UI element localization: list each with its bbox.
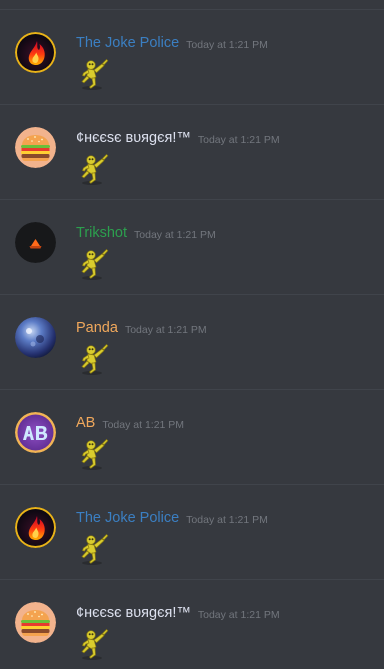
message-timestamp: Today at 1:21 PM <box>197 609 280 621</box>
ab-letters-avatar-icon <box>15 412 56 453</box>
message-timestamp: Today at 1:21 PM <box>186 514 268 526</box>
dancing-figure-emoji-icon[interactable] <box>76 247 110 281</box>
message-item[interactable]: The Joke Police Today at 1:21 PM <box>0 484 384 574</box>
message-divider <box>0 199 384 200</box>
avatar[interactable] <box>15 222 56 263</box>
flame-avatar-icon <box>15 507 56 548</box>
message-item[interactable]: ¢нєєѕє вυяgєя!™ Today at 1:21 PM <box>0 579 384 669</box>
author-name[interactable]: Panda <box>76 320 118 336</box>
dancing-figure-emoji-icon[interactable] <box>76 152 110 186</box>
message-divider <box>0 9 384 10</box>
dancing-figure-emoji-icon[interactable] <box>76 437 110 471</box>
message-timestamp: Today at 1:21 PM <box>186 39 268 51</box>
message-divider <box>0 484 384 485</box>
author-name[interactable]: The Joke Police <box>76 35 179 51</box>
message-item[interactable]: The Joke Police Today at 1:21 PM <box>0 9 384 99</box>
message-item[interactable]: Trikshot Today at 1:21 PM <box>0 199 384 289</box>
message-divider <box>0 389 384 390</box>
blue-orb-avatar-icon <box>15 317 56 358</box>
dancing-figure-emoji-icon[interactable] <box>76 627 110 661</box>
author-name[interactable]: AB <box>76 415 95 431</box>
avatar[interactable] <box>15 507 56 548</box>
burger-avatar-icon <box>15 602 56 643</box>
dancing-figure-emoji-icon[interactable] <box>76 57 110 91</box>
message-divider <box>0 294 384 295</box>
dark-orange-shape-avatar-icon <box>15 222 56 263</box>
author-name[interactable]: The Joke Police <box>76 510 179 526</box>
message-divider <box>0 579 384 580</box>
message-item[interactable]: Panda Today at 1:21 PM <box>0 294 384 384</box>
avatar[interactable] <box>15 602 56 643</box>
flame-avatar-icon <box>15 32 56 73</box>
author-name[interactable]: ¢нєєѕє вυяgєя!™ <box>76 605 191 621</box>
burger-avatar-icon <box>15 127 56 168</box>
author-name[interactable]: ¢нєєѕє вυяgєя!™ <box>76 130 191 146</box>
message-timestamp: Today at 1:21 PM <box>102 419 185 431</box>
avatar[interactable] <box>15 317 56 358</box>
author-name[interactable]: Trikshot <box>76 225 127 241</box>
message-item[interactable]: AB Today at 1:21 PM <box>0 389 384 479</box>
message-timestamp: Today at 1:21 PM <box>197 134 280 146</box>
avatar[interactable] <box>15 412 56 453</box>
message-timestamp: Today at 1:21 PM <box>134 229 216 241</box>
message-divider <box>0 104 384 105</box>
dancing-figure-emoji-icon[interactable] <box>76 532 110 566</box>
message-item[interactable]: ¢нєєѕє вυяgєя!™ Today at 1:21 PM <box>0 104 384 194</box>
avatar[interactable] <box>15 32 56 73</box>
dancing-figure-emoji-icon[interactable] <box>76 342 110 376</box>
message-timestamp: Today at 1:21 PM <box>124 324 207 336</box>
avatar[interactable] <box>15 127 56 168</box>
